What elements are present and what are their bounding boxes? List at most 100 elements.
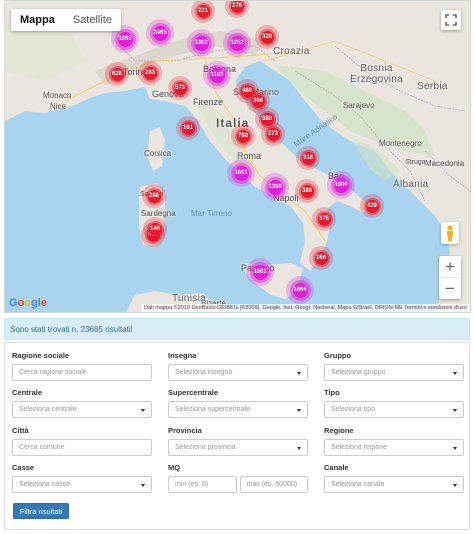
filter-submit-button[interactable]: Filtra risultati (13, 503, 69, 519)
label-corsica: Corsica (144, 149, 172, 158)
cluster-marker[interactable]: 628 (105, 62, 129, 86)
group-ragione-sociale: Ragione sociale Cerca ragione sociale (12, 351, 152, 381)
cluster-marker[interactable]: 1362 (187, 29, 215, 57)
label-firenze: Firenze (193, 97, 224, 107)
cluster-marker[interactable]: 1661 (227, 159, 255, 187)
mq-min-input[interactable]: min (es. 0) (168, 476, 237, 493)
cluster-marker[interactable]: 2465 (146, 19, 174, 47)
regione-select[interactable]: Seleziona regione (324, 439, 464, 456)
label-nice: Nice (50, 102, 67, 111)
cluster-count: 1661 (233, 165, 249, 181)
cluster-marker[interactable]: 1664 (286, 276, 314, 304)
label-montenegro: Montenegro (379, 139, 422, 148)
cluster-marker[interactable]: 1006 (327, 171, 355, 199)
centrale-select[interactable]: Seleziona centrale (12, 401, 152, 418)
cluster-count: 316 (301, 151, 315, 165)
cluster-count: 1362 (193, 35, 209, 51)
cluster-marker[interactable]: 146 (143, 217, 167, 241)
tab-satellite[interactable]: Satellite (64, 9, 121, 31)
label-serbia: Serbia (417, 81, 448, 92)
cluster-count: 1252 (229, 35, 245, 51)
cluster-marker[interactable]: 429 (360, 194, 384, 218)
label-insegna: Insegna (168, 351, 197, 360)
group-tipo: Tipo Seleziona tipo (324, 388, 464, 418)
label-regione: Regione (324, 426, 354, 435)
group-centrale: Centrale Seleziona centrale (12, 388, 152, 418)
cluster-marker[interactable]: 1398 (261, 173, 289, 201)
label-mar-tirreno: Mar Tirreno (191, 209, 232, 218)
insegna-select[interactable]: Seleziona insegna (168, 364, 308, 381)
map-attribution[interactable]: Dati mappa ©2019 GeoBasis-DE/BKG (©2009)… (140, 304, 470, 312)
tipo-select[interactable]: Seleziona tipo (324, 401, 464, 418)
group-citta: Città Cerca comune (12, 426, 152, 456)
cluster-count: 2465 (152, 25, 168, 41)
label-macedonia: Macedonia (425, 159, 465, 168)
citta-input[interactable]: Cerca comune (12, 439, 152, 456)
label-struga: Struga (405, 159, 426, 166)
label-ragione-sociale: Ragione sociale (12, 351, 70, 360)
group-supercentrale: Supercentrale Seleziona supercentrale (168, 388, 308, 418)
tab-map[interactable]: Mappa (11, 9, 64, 31)
cluster-count: 1006 (333, 177, 349, 193)
cluster-marker[interactable]: 161 (176, 116, 200, 140)
cluster-count: 276 (230, 1, 244, 13)
cluster-count: 328 (260, 30, 274, 44)
fullscreen-button[interactable] (441, 10, 461, 30)
group-regione: Regione Seleziona regione (324, 426, 464, 456)
street-view-pegman[interactable] (441, 222, 459, 244)
label-citta: Città (12, 426, 29, 435)
result-text: Sono stati trovati n. 23685 risultati! (10, 324, 133, 334)
cluster-marker[interactable]: 1661 (246, 258, 274, 286)
label-centrale: Centrale (12, 388, 43, 397)
chevron-down-icon (297, 408, 301, 412)
cluster-marker[interactable]: 283 (138, 61, 162, 85)
filter-form: Ragione sociale Cerca ragione sociale In… (4, 342, 470, 530)
canale-select[interactable]: Seleziona canale (324, 476, 464, 493)
cluster-marker[interactable]: 573 (168, 76, 192, 100)
cluster-marker[interactable]: 1252 (223, 29, 251, 57)
result-alert: Sono stati trovati n. 23685 risultati! (4, 318, 470, 340)
cluster-count: 161 (181, 121, 195, 135)
casse-select[interactable]: Seleziona casse (12, 476, 152, 493)
cluster-marker[interactable]: 1183 (203, 61, 231, 89)
mq-max-input[interactable]: max (es. 60000) (239, 476, 308, 493)
label-casse: Casse (12, 463, 35, 472)
cluster-count: 1065 (117, 31, 133, 47)
label-supercentrale: Supercentrale (168, 388, 219, 397)
chevron-down-icon (453, 446, 457, 450)
label-tipo: Tipo (324, 388, 340, 397)
label-monaco: Monaco (43, 91, 72, 100)
cluster-count: 288 (147, 189, 161, 203)
label-gruppo: Gruppo (324, 351, 352, 360)
cluster-count: 573 (173, 81, 187, 95)
cluster-count: 880 (260, 112, 274, 126)
cluster-count: 283 (143, 66, 157, 80)
cluster-marker[interactable]: 376 (312, 207, 336, 231)
cluster-count: 788 (236, 129, 250, 143)
cluster-marker[interactable]: 316 (296, 146, 320, 170)
cluster-marker[interactable]: 328 (255, 25, 279, 49)
label-albania: Albania (393, 179, 429, 190)
gruppo-select[interactable]: Seleziona gruppo (324, 364, 464, 381)
chevron-down-icon (141, 483, 145, 487)
provincia-select[interactable]: Seleziona provincia (168, 439, 308, 456)
ragione-sociale-input[interactable]: Cerca ragione sociale (12, 364, 152, 381)
cluster-count: 429 (365, 199, 379, 213)
cluster-count: 221 (196, 4, 210, 18)
cluster-marker[interactable]: 288 (142, 184, 166, 208)
map-type-control: Mappa Satellite (11, 9, 121, 31)
cluster-marker[interactable]: 221 (191, 1, 215, 23)
cluster-count: 1398 (267, 179, 283, 195)
label-croazia: Croazia (273, 46, 310, 57)
map-view[interactable]: Mappa Satellite + − Croazia Bosnia Erzeg… (4, 0, 471, 313)
label-provincia: Provincia (168, 426, 202, 435)
zoom-in-button[interactable]: + (439, 256, 461, 277)
cluster-marker[interactable]: 880 (255, 107, 279, 131)
cluster-marker[interactable]: 266 (309, 246, 333, 270)
cluster-count: 628 (110, 67, 124, 81)
supercentrale-select[interactable]: Seleziona supercentrale (168, 401, 308, 418)
cluster-marker[interactable]: 788 (231, 124, 255, 148)
cluster-marker[interactable]: 388 (295, 179, 319, 203)
zoom-out-button[interactable]: − (439, 278, 461, 299)
group-gruppo: Gruppo Seleziona gruppo (324, 351, 464, 381)
